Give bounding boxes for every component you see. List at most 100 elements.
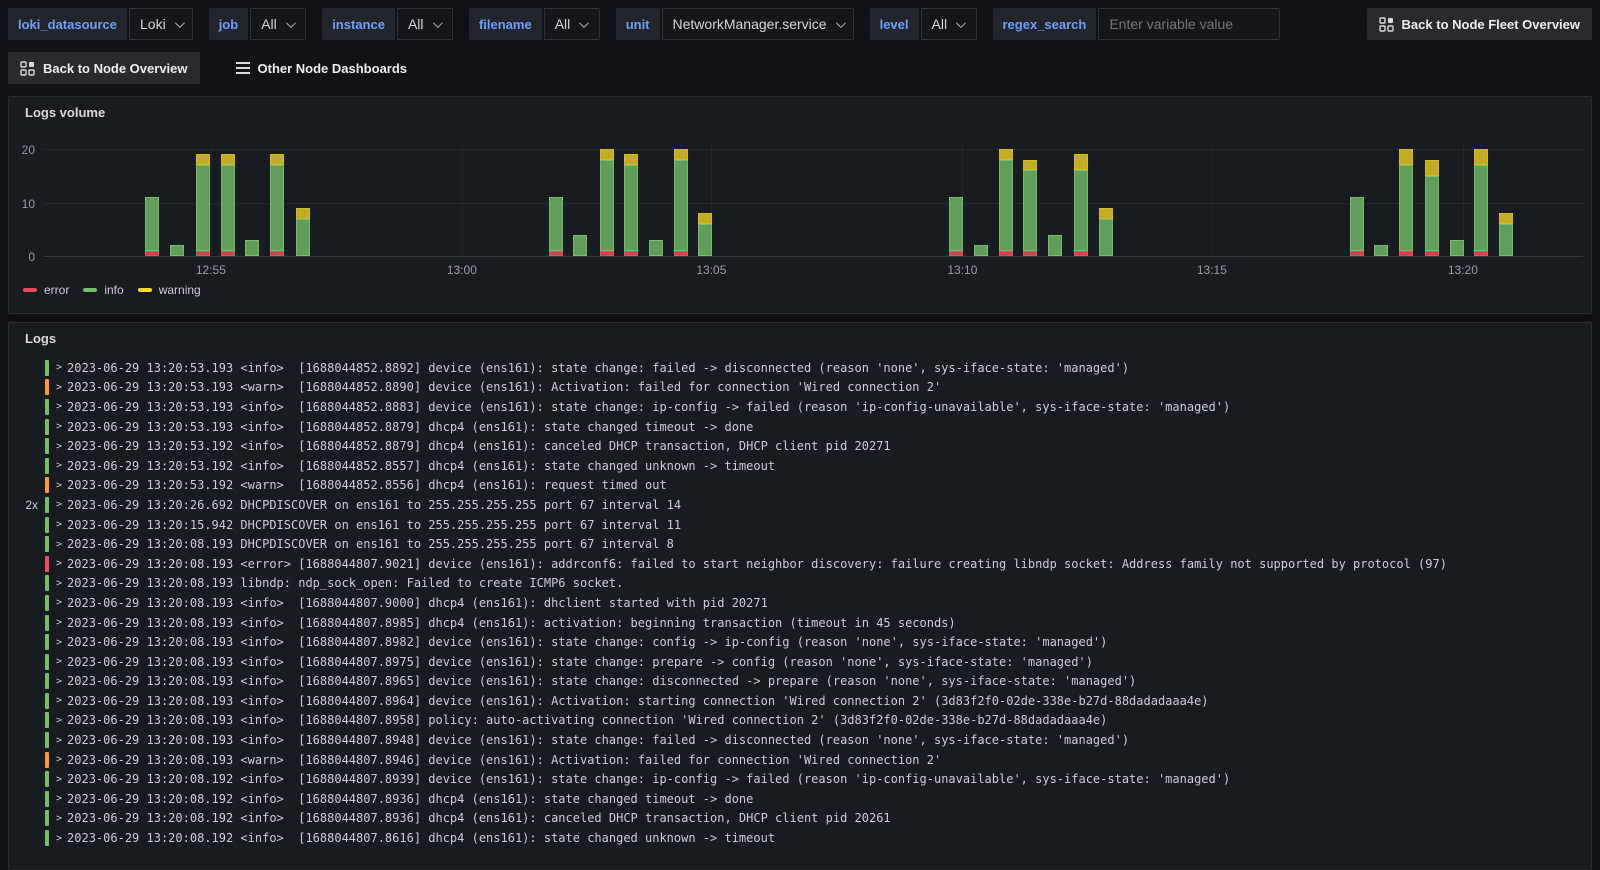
log-row[interactable]: >2023-06-29 13:20:53.193 <warn> [1688044…	[9, 378, 1591, 398]
expand-chevron-icon[interactable]: >	[56, 676, 62, 687]
expand-chevron-icon[interactable]: >	[56, 401, 62, 412]
expand-chevron-icon[interactable]: >	[56, 519, 62, 530]
stacked-bar[interactable]	[1474, 149, 1489, 256]
log-row[interactable]: >2023-06-29 13:20:53.193 <info> [1688044…	[9, 397, 1591, 417]
variable-value-job[interactable]: All	[250, 8, 307, 40]
expand-chevron-icon[interactable]: >	[56, 774, 62, 785]
back-to-node-fleet-overview-button[interactable]: Back to Node Fleet Overview	[1366, 8, 1592, 40]
stacked-bar[interactable]	[145, 197, 160, 256]
variable-value-loki_datasource[interactable]: Loki	[129, 8, 193, 40]
stacked-bar[interactable]	[169, 245, 184, 256]
expand-chevron-icon[interactable]: >	[56, 441, 62, 452]
stacked-bar[interactable]	[1098, 207, 1113, 256]
expand-chevron-icon[interactable]: >	[56, 793, 62, 804]
variable-value-unit[interactable]: NetworkManager.service	[661, 8, 854, 40]
expand-chevron-icon[interactable]: >	[56, 460, 62, 471]
stacked-bar[interactable]	[1023, 159, 1038, 256]
log-row[interactable]: >2023-06-29 13:20:08.193 <info> [1688044…	[9, 632, 1591, 652]
stacked-bar[interactable]	[296, 207, 311, 256]
expand-chevron-icon[interactable]: >	[56, 715, 62, 726]
stacked-bar[interactable]	[220, 154, 235, 256]
variable-label-job[interactable]: job	[208, 8, 249, 40]
stacked-bar[interactable]	[548, 197, 563, 256]
stacked-bar[interactable]	[1449, 239, 1464, 256]
variable-value-filename[interactable]: All	[543, 8, 600, 40]
expand-chevron-icon[interactable]: >	[56, 695, 62, 706]
chart-plot-area[interactable]	[43, 142, 1583, 257]
stacked-bar[interactable]	[1425, 159, 1440, 256]
expand-chevron-icon[interactable]: >	[56, 813, 62, 824]
variable-input-regex_search[interactable]	[1098, 8, 1281, 40]
stacked-bar[interactable]	[1499, 213, 1513, 256]
log-row[interactable]: 2x >2023-06-29 13:20:26.692 DHCPDISCOVER …	[9, 495, 1591, 515]
log-row[interactable]: >2023-06-29 13:20:08.193 DHCPDISCOVER on…	[9, 534, 1591, 554]
legend-item-error[interactable]: error	[23, 283, 69, 297]
expand-chevron-icon[interactable]: >	[56, 558, 62, 569]
stacked-bar[interactable]	[270, 154, 285, 256]
variable-value-instance[interactable]: All	[396, 8, 453, 40]
variable-label-instance[interactable]: instance	[322, 8, 395, 40]
variable-label-filename[interactable]: filename	[468, 8, 542, 40]
expand-chevron-icon[interactable]: >	[56, 382, 62, 393]
stacked-bar[interactable]	[673, 149, 688, 256]
expand-chevron-icon[interactable]: >	[56, 597, 62, 608]
stacked-bar[interactable]	[648, 239, 663, 256]
log-row[interactable]: >2023-06-29 13:20:08.193 libndp: ndp_soc…	[9, 574, 1591, 594]
stacked-bar[interactable]	[245, 239, 260, 256]
stacked-bar[interactable]	[973, 245, 988, 256]
expand-chevron-icon[interactable]: >	[56, 656, 62, 667]
log-row[interactable]: >2023-06-29 13:20:15.942 DHCPDISCOVER on…	[9, 515, 1591, 535]
expand-chevron-icon[interactable]: >	[56, 833, 62, 844]
logs-header[interactable]: Logs	[9, 323, 1591, 346]
expand-chevron-icon[interactable]: >	[56, 539, 62, 550]
regex_search-input[interactable]	[1109, 16, 1270, 32]
log-row[interactable]: >2023-06-29 13:20:08.193 <info> [1688044…	[9, 672, 1591, 692]
logs-volume-header[interactable]: Logs volume	[9, 97, 1591, 120]
log-row[interactable]: >2023-06-29 13:20:53.192 <warn> [1688044…	[9, 476, 1591, 496]
other-node-dashboards-link[interactable]: Other Node Dashboards	[235, 61, 407, 76]
variable-label-level[interactable]: level	[869, 8, 919, 40]
stacked-bar[interactable]	[599, 149, 614, 256]
log-row[interactable]: >2023-06-29 13:20:08.193 <warn> [1688044…	[9, 750, 1591, 770]
stacked-bar[interactable]	[1073, 154, 1088, 256]
stacked-bar[interactable]	[624, 154, 639, 256]
expand-chevron-icon[interactable]: >	[56, 362, 62, 373]
log-row[interactable]: >2023-06-29 13:20:08.192 <info> [1688044…	[9, 769, 1591, 789]
log-row[interactable]: >2023-06-29 13:20:08.193 <info> [1688044…	[9, 711, 1591, 731]
expand-chevron-icon[interactable]: >	[56, 637, 62, 648]
expand-chevron-icon[interactable]: >	[56, 421, 62, 432]
stacked-bar[interactable]	[1398, 149, 1413, 256]
log-row[interactable]: >2023-06-29 13:20:08.192 <info> [1688044…	[9, 789, 1591, 809]
legend-item-warning[interactable]: warning	[137, 283, 201, 297]
log-row[interactable]: >2023-06-29 13:20:08.193 <info> [1688044…	[9, 593, 1591, 613]
stacked-bar[interactable]	[698, 213, 713, 256]
log-row[interactable]: >2023-06-29 13:20:08.193 <error> [168804…	[9, 554, 1591, 574]
expand-chevron-icon[interactable]: >	[56, 617, 62, 628]
stacked-bar[interactable]	[998, 149, 1013, 256]
expand-chevron-icon[interactable]: >	[56, 499, 62, 510]
expand-chevron-icon[interactable]: >	[56, 578, 62, 589]
log-row[interactable]: >2023-06-29 13:20:53.192 <info> [1688044…	[9, 436, 1591, 456]
stacked-bar[interactable]	[1374, 245, 1389, 256]
variable-label-regex_search[interactable]: regex_search	[992, 8, 1097, 40]
log-row[interactable]: >2023-06-29 13:20:08.193 <info> [1688044…	[9, 691, 1591, 711]
expand-chevron-icon[interactable]: >	[56, 480, 62, 491]
stacked-bar[interactable]	[949, 197, 964, 256]
stacked-bar[interactable]	[1349, 197, 1364, 256]
back-to-node-overview-button[interactable]: Back to Node Overview	[8, 52, 200, 84]
stacked-bar[interactable]	[1047, 234, 1062, 256]
log-row[interactable]: >2023-06-29 13:20:53.192 <info> [1688044…	[9, 456, 1591, 476]
log-row[interactable]: >2023-06-29 13:20:08.192 <info> [1688044…	[9, 809, 1591, 829]
expand-chevron-icon[interactable]: >	[56, 735, 62, 746]
variable-value-level[interactable]: All	[920, 8, 977, 40]
stacked-bar[interactable]	[573, 234, 588, 256]
variable-label-loki_datasource[interactable]: loki_datasource	[8, 8, 127, 40]
variable-label-unit[interactable]: unit	[615, 8, 660, 40]
log-row[interactable]: >2023-06-29 13:20:53.193 <info> [1688044…	[9, 417, 1591, 437]
log-row[interactable]: >2023-06-29 13:20:08.193 <info> [1688044…	[9, 652, 1591, 672]
expand-chevron-icon[interactable]: >	[56, 754, 62, 765]
log-row[interactable]: >2023-06-29 13:20:08.192 <info> [1688044…	[9, 828, 1591, 848]
log-row[interactable]: >2023-06-29 13:20:08.193 <info> [1688044…	[9, 613, 1591, 633]
log-row[interactable]: >2023-06-29 13:20:08.193 <info> [1688044…	[9, 730, 1591, 750]
legend-item-info[interactable]: info	[83, 283, 124, 297]
